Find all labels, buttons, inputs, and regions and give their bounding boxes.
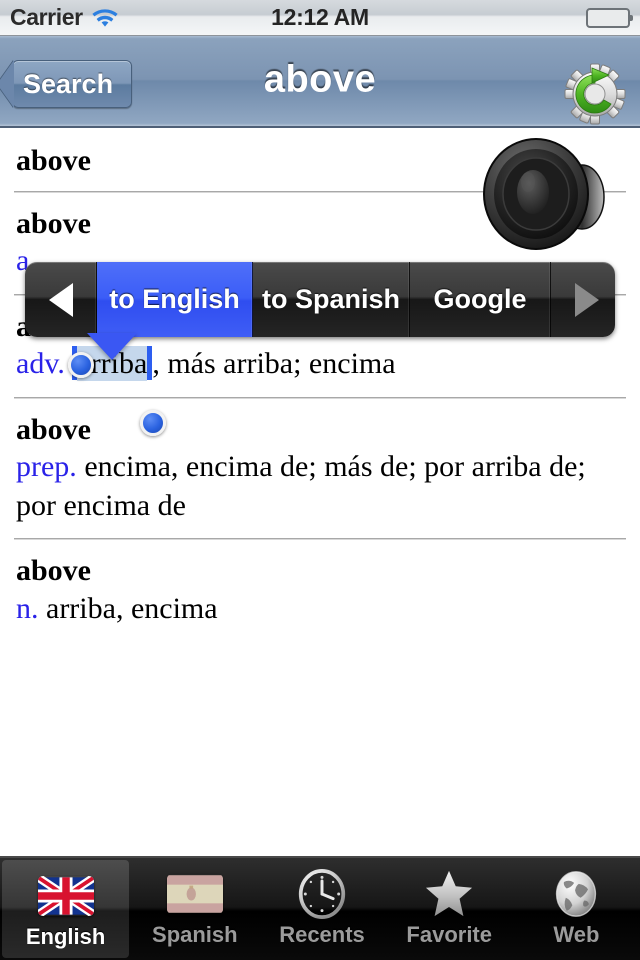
gear-refresh-icon[interactable] [562,58,632,126]
popup-item-to-spanish[interactable]: to Spanish [253,262,410,337]
tab-bar: English Spanish Recents Favorite Web [0,856,640,960]
clock-icon [291,866,353,921]
carrier-label: Carrier [10,4,83,30]
entry-part-of-speech: n. [16,591,39,625]
popup-item-to-english[interactable]: to English [97,262,253,337]
wifi-icon [92,8,118,28]
tab-label: English [25,924,106,949]
entry-part-of-speech: prep. [16,450,77,484]
popup-pointer-tail [87,333,137,360]
tab-label: Favorite [406,922,492,947]
spain-flag-icon [164,866,226,921]
tab-label: Spanish [152,922,238,947]
back-button-search[interactable]: Search [12,60,133,108]
battery-icon [586,7,633,28]
page-title: above [263,58,377,101]
status-bar: Carrier 12:12 AM [0,0,640,36]
entry-part-of-speech: adv. [16,347,65,381]
tab-spanish[interactable]: Spanish [131,858,258,960]
tab-label: Web [553,922,600,947]
popup-item-label: to Spanish [261,284,400,314]
entry-headword: above [16,553,91,587]
popup-item-label: Google [433,284,527,314]
tab-english[interactable]: English [2,860,130,958]
selection-handle-end[interactable] [140,410,166,436]
tab-label: Recents [279,922,365,947]
text-selection-popup-menu[interactable]: to English to Spanish Google [25,262,615,337]
phone-screen: Carrier 12:12 AM Search above above abov… [0,0,640,960]
entry-headword: above [16,412,91,446]
status-bar-right [586,7,633,28]
selection-handle-start[interactable] [68,352,94,378]
definition-entry[interactable]: above n. arriba, encima [0,540,640,628]
entry-definition: prep. encima, encima de; más de; por arr… [16,448,624,525]
tab-recents[interactable]: Recents [258,858,385,960]
entry-definition-text: arriba, encima [46,591,218,625]
popup-next-button[interactable] [551,262,615,337]
tab-web[interactable]: Web [513,858,640,960]
entry-definition: n. arriba, encima [16,590,624,628]
entry-definition-rest: , más arriba; encima [152,347,396,381]
definition-entry[interactable]: above prep. encima, encima de; más de; p… [0,399,640,525]
popup-item-label: to English [109,284,240,314]
definition-list[interactable]: above above a above adv. arriba, más arr… [0,130,640,856]
triangle-left-icon [48,282,73,317]
globe-icon [545,866,607,921]
triangle-right-icon [575,282,599,317]
entry-definition-text: encima, encima de; más de; por arriba de… [16,450,586,522]
status-bar-left: Carrier [10,4,118,31]
popup-prev-button[interactable] [25,262,97,337]
speaker-icon[interactable] [478,138,628,256]
tab-favorite[interactable]: Favorite [386,858,513,960]
popup-item-google[interactable]: Google [410,262,551,337]
navigation-bar: Search above [0,36,640,128]
back-button-label: Search [23,68,114,99]
star-icon [418,866,480,921]
uk-flag-icon [35,868,97,923]
